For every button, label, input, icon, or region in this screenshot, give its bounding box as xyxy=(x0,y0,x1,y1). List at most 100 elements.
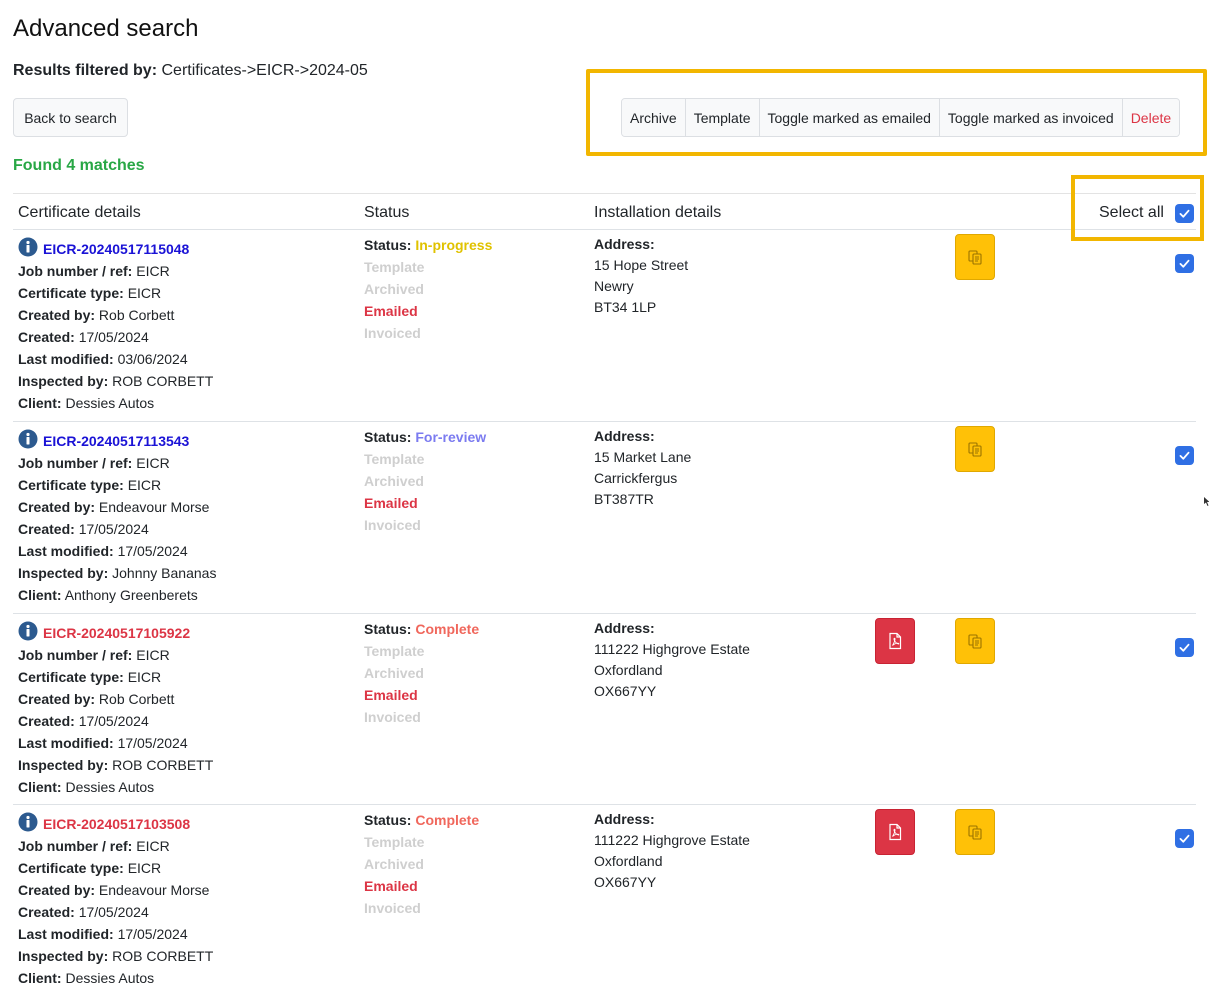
certificate-meta: Job number / ref: EICR Certificate type:… xyxy=(18,260,213,414)
inspected-by-line: Inspected by: ROB CORBETT xyxy=(18,948,214,964)
template-flag: Template xyxy=(364,451,425,467)
certificate-link[interactable]: EICR-20240517103508 xyxy=(43,814,190,834)
installation-address: Address: 111222 Highgrove Estate Oxfordl… xyxy=(594,618,750,702)
emailed-flag: Emailed xyxy=(364,495,418,511)
copy-icon xyxy=(968,634,982,649)
template-flag: Template xyxy=(364,834,425,850)
address-line: 15 Market Lane xyxy=(594,449,692,465)
created-line: Created: 17/05/2024 xyxy=(18,521,149,537)
address-line: 15 Hope Street xyxy=(594,257,689,273)
status-line: Status: Complete xyxy=(364,621,480,637)
certificate-link[interactable]: EICR-20240517113543 xyxy=(43,431,189,451)
back-to-search-button[interactable]: Back to search xyxy=(13,98,128,137)
toggle-emailed-button[interactable]: Toggle marked as emailed xyxy=(759,99,940,136)
certificate-link[interactable]: EICR-20240517105922 xyxy=(43,623,190,643)
copy-icon xyxy=(968,825,982,840)
template-button[interactable]: Template xyxy=(685,99,760,136)
address-line: Oxfordland xyxy=(594,853,663,869)
installation-address: Address: 111222 Highgrove Estate Oxfordl… xyxy=(594,809,750,893)
filter-line: Results filtered by: Certificates->EICR-… xyxy=(13,61,368,81)
copy-icon xyxy=(968,442,982,457)
created-line: Created: 17/05/2024 xyxy=(18,329,149,345)
created-line: Created: 17/05/2024 xyxy=(18,713,149,729)
last-modified-line: Last modified: 17/05/2024 xyxy=(18,926,188,942)
address-line: 111222 Highgrove Estate xyxy=(594,832,750,848)
copy-button[interactable] xyxy=(955,809,995,855)
status-line: Status: For-review xyxy=(364,429,487,445)
info-icon[interactable] xyxy=(18,812,38,832)
archive-button[interactable]: Archive xyxy=(622,99,686,136)
row-select-checkbox[interactable] xyxy=(1175,829,1194,848)
address-label: Address: xyxy=(594,620,655,636)
mouse-cursor-icon xyxy=(1204,497,1209,506)
certificate-type-line: Certificate type: EICR xyxy=(18,860,162,876)
created-by-line: Created by: Endeavour Morse xyxy=(18,499,210,515)
address-label: Address: xyxy=(594,428,655,444)
archived-flag: Archived xyxy=(364,281,424,297)
copy-button[interactable] xyxy=(955,426,995,472)
emailed-flag: Emailed xyxy=(364,687,418,703)
certificate-type-line: Certificate type: EICR xyxy=(18,477,162,493)
emailed-flag: Emailed xyxy=(364,878,418,894)
table-row: EICR-20240517113543 Job number / ref: EI… xyxy=(13,421,1196,614)
certificate-meta: Job number / ref: EICR Certificate type:… xyxy=(18,835,213,989)
match-count: Found 4 matches xyxy=(13,157,145,174)
invoiced-flag: Invoiced xyxy=(364,325,421,341)
status-column: Status: In-progress Template Archived Em… xyxy=(364,234,492,344)
row-select-checkbox[interactable] xyxy=(1175,446,1194,465)
emailed-flag: Emailed xyxy=(364,303,418,319)
created-by-line: Created by: Rob Corbett xyxy=(18,691,175,707)
archived-flag: Archived xyxy=(364,473,424,489)
client-line: Client: Anthony Greenberets xyxy=(18,587,198,603)
header-status: Status xyxy=(364,204,410,221)
status-column: Status: Complete Template Archived Email… xyxy=(364,809,479,919)
page-title: Advanced search xyxy=(13,15,199,42)
certificate-link[interactable]: EICR-20240517115048 xyxy=(43,239,189,259)
copy-button[interactable] xyxy=(955,618,995,664)
copy-icon xyxy=(968,250,982,265)
checkmark-icon xyxy=(1179,451,1190,460)
invoiced-flag: Invoiced xyxy=(364,900,421,916)
address-label: Address: xyxy=(594,236,655,252)
job-number-line: Job number / ref: EICR xyxy=(18,838,170,854)
address-line: BT34 1LP xyxy=(594,299,657,315)
job-number-line: Job number / ref: EICR xyxy=(18,647,170,663)
invoiced-flag: Invoiced xyxy=(364,709,421,725)
job-number-line: Job number / ref: EICR xyxy=(18,455,170,471)
row-select-checkbox[interactable] xyxy=(1175,254,1194,273)
address-line: Carrickfergus xyxy=(594,470,678,486)
installation-address: Address: 15 Hope Street Newry BT34 1LP xyxy=(594,234,688,318)
last-modified-line: Last modified: 17/05/2024 xyxy=(18,735,188,751)
checkmark-icon xyxy=(1179,259,1190,268)
installation-address: Address: 15 Market Lane Carrickfergus BT… xyxy=(594,426,691,510)
status-line: Status: Complete xyxy=(364,812,480,828)
info-icon[interactable] xyxy=(18,237,38,257)
header-installation-details: Installation details xyxy=(594,204,722,221)
address-line: BT387TR xyxy=(594,491,654,507)
address-line: 111222 Highgrove Estate xyxy=(594,641,750,657)
inspected-by-line: Inspected by: ROB CORBETT xyxy=(18,757,214,773)
last-modified-line: Last modified: 03/06/2024 xyxy=(18,351,188,367)
pdf-icon xyxy=(889,823,902,841)
filter-value: Certificates->EICR->2024-05 xyxy=(161,62,368,79)
pdf-button[interactable] xyxy=(875,618,915,664)
status-value: Complete xyxy=(415,621,480,637)
row-select-checkbox[interactable] xyxy=(1175,638,1194,657)
certificate-type-line: Certificate type: EICR xyxy=(18,669,162,685)
toggle-invoiced-button[interactable]: Toggle marked as invoiced xyxy=(939,99,1123,136)
table-row: EICR-20240517105922 Job number / ref: EI… xyxy=(13,613,1196,805)
info-icon[interactable] xyxy=(18,429,38,449)
invoiced-flag: Invoiced xyxy=(364,517,421,533)
inspected-by-line: Inspected by: Johnny Bananas xyxy=(18,565,217,581)
info-icon[interactable] xyxy=(18,621,38,641)
address-line: OX667YY xyxy=(594,683,657,699)
pdf-button[interactable] xyxy=(875,809,915,855)
copy-button[interactable] xyxy=(955,234,995,280)
certificate-type-line: Certificate type: EICR xyxy=(18,285,162,301)
bulk-action-toolbar: Archive Template Toggle marked as emaile… xyxy=(621,98,1181,137)
table-row: EICR-20240517103508 Job number / ref: EI… xyxy=(13,804,1196,987)
delete-button[interactable]: Delete xyxy=(1122,99,1180,136)
certificate-meta: Job number / ref: EICR Certificate type:… xyxy=(18,452,216,606)
created-line: Created: 17/05/2024 xyxy=(18,904,149,920)
status-value: In-progress xyxy=(415,237,493,253)
